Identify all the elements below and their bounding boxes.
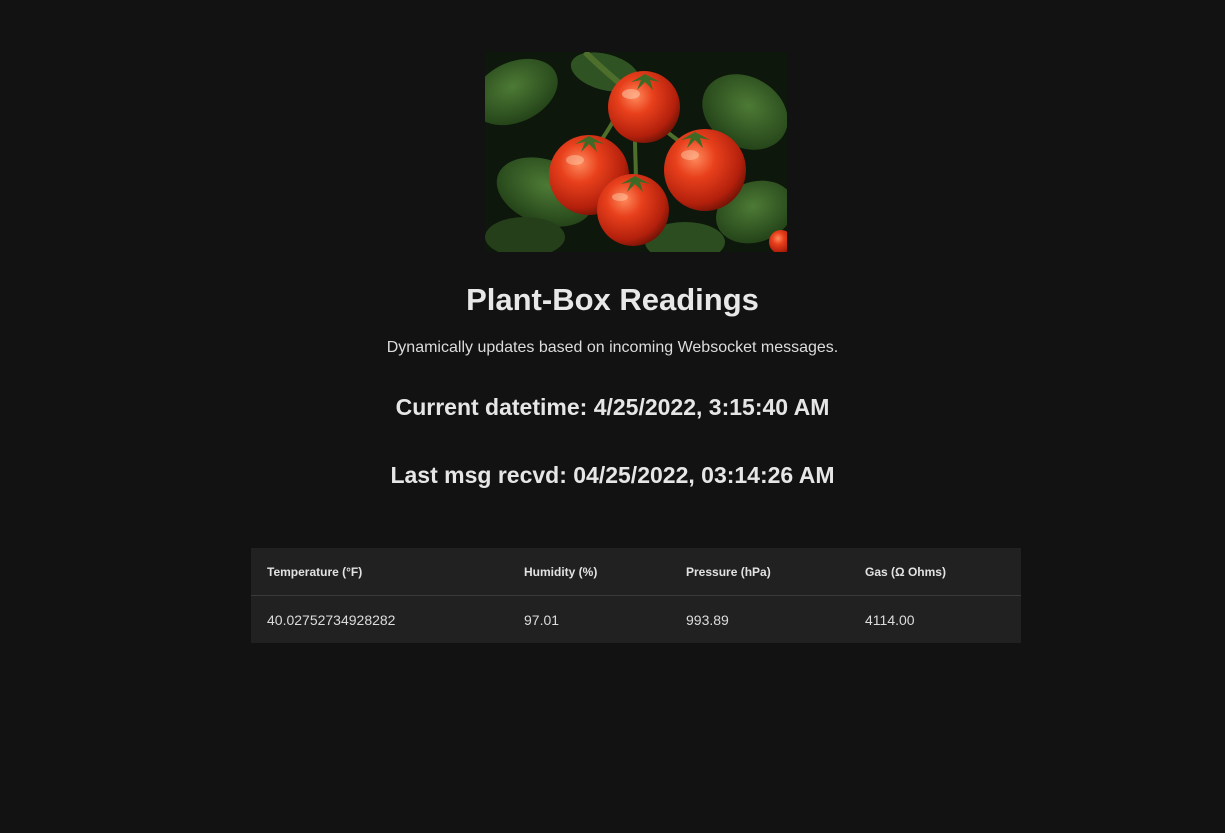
- cell-gas: 4114.00: [865, 611, 915, 628]
- page-subtitle: Dynamically updates based on incoming We…: [386, 339, 839, 356]
- column-header-humidity: Humidity (%): [508, 548, 670, 596]
- page: Plant-Box Readings Dynamically updates b…: [0, 0, 1225, 833]
- last-message-received: Last msg recvd: 04/25/2022, 03:14:26 AM: [390, 462, 835, 488]
- tomato-image: [485, 52, 787, 252]
- table-header-row: Temperature (°F) Humidity (%) Pressure (…: [251, 548, 1021, 596]
- current-datetime: Current datetime: 4/25/2022, 3:15:40 AM: [395, 394, 830, 420]
- readings-table: Temperature (°F) Humidity (%) Pressure (…: [251, 548, 1021, 643]
- column-header-temperature: Temperature (°F): [251, 548, 508, 596]
- column-header-pressure: Pressure (hPa): [670, 548, 849, 596]
- page-title: Plant-Box Readings: [466, 282, 759, 317]
- cell-humidity: 97.01: [524, 611, 560, 628]
- column-header-gas: Gas (Ω Ohms): [849, 548, 1021, 596]
- cell-temperature: 40.02752734928282: [267, 611, 396, 628]
- cell-pressure: 993.89: [686, 611, 729, 628]
- table-row: 40.02752734928282 97.01 993.89 4114.00: [251, 596, 1021, 644]
- readings-table-container: Temperature (°F) Humidity (%) Pressure (…: [251, 548, 1021, 643]
